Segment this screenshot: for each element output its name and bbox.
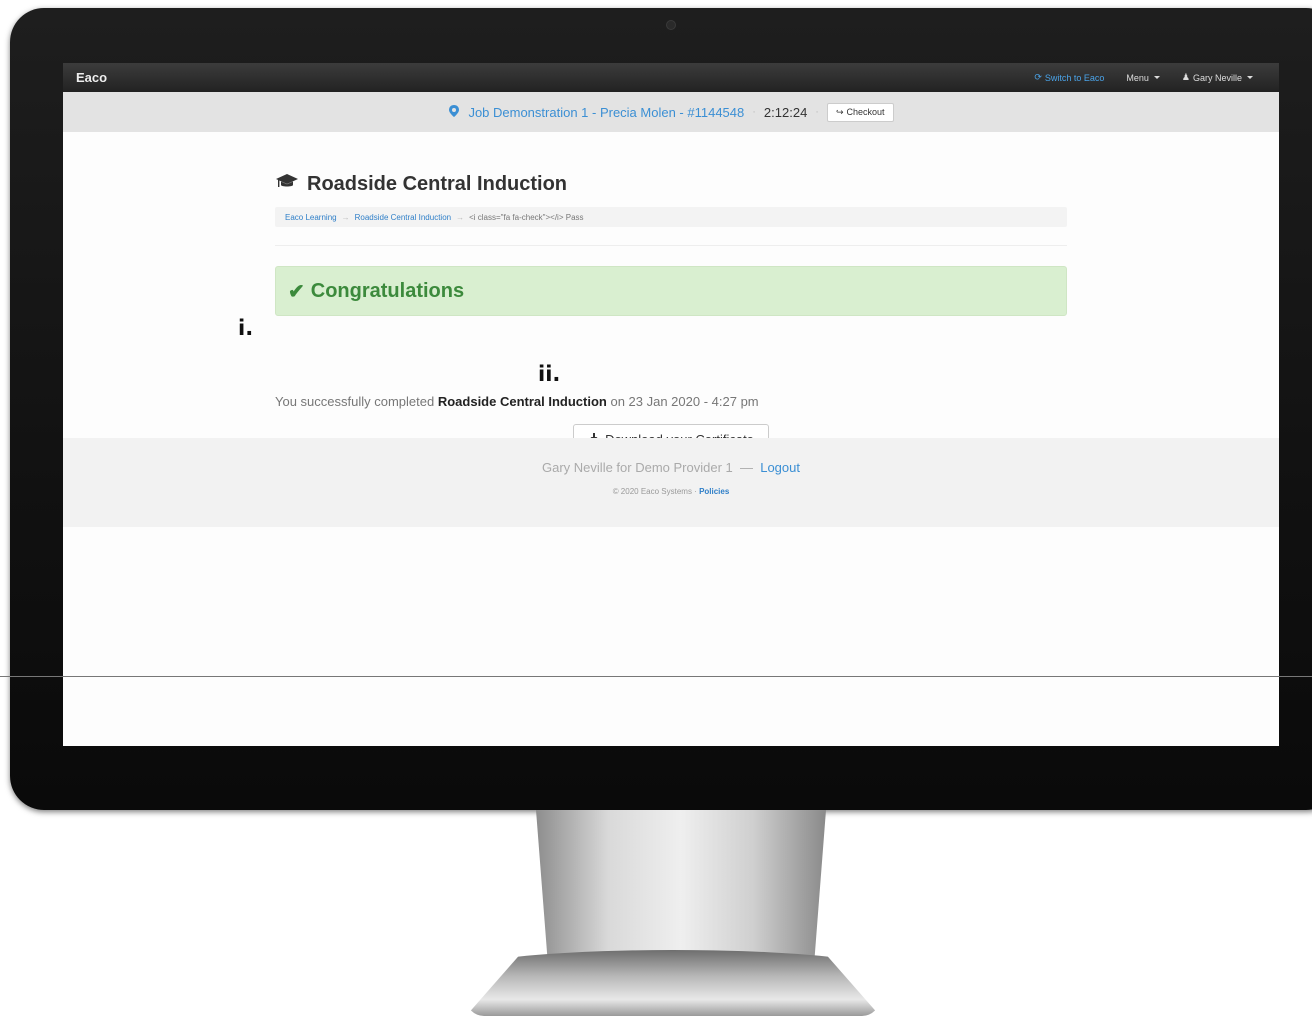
job-bar: Job Demonstration 1 - Precia Molen - #11…	[63, 92, 1279, 132]
alert-title: Congratulations	[310, 279, 465, 302]
page-title-text: Roadside Central Induction	[307, 172, 568, 195]
location-icon	[448, 104, 460, 121]
policies-link[interactable]: Policies	[699, 487, 729, 496]
caret-down-icon	[1153, 76, 1160, 79]
user-icon: ♟	[1181, 72, 1190, 82]
breadcrumb-root[interactable]: Eaco Learning	[285, 213, 337, 222]
separator: ·	[752, 106, 756, 118]
annotation-ii: ii.	[538, 362, 561, 386]
footer-dash: —	[739, 460, 753, 475]
page-title: Roadside Central Induction	[275, 172, 567, 196]
logout-link[interactable]: Logout	[760, 460, 800, 475]
completion-message: You successfully completed Roadside Cent…	[275, 394, 759, 409]
main-content: Roadside Central Induction Eaco Learning…	[63, 132, 1279, 454]
checkout-label: Checkout	[846, 107, 885, 117]
job-timer: 2:12:24	[763, 104, 808, 120]
top-navbar: Eaco ⟳ Switch to Eaco Menu ♟ Gary Nevill…	[63, 63, 1279, 92]
switch-link[interactable]: ⟳ Switch to Eaco	[1034, 72, 1104, 83]
horizontal-rule	[0, 676, 1312, 677]
caret-down-icon	[1247, 76, 1253, 79]
refresh-icon: ⟳	[1034, 72, 1042, 82]
separator: ·	[815, 106, 819, 118]
user-dropdown[interactable]: ♟ Gary Neville	[1182, 72, 1253, 83]
breadcrumb-course[interactable]: Roadside Central Induction	[355, 213, 452, 222]
arrow-right-icon: →	[341, 212, 350, 222]
divider	[275, 245, 1067, 246]
copyright-text: © 2020 Eaco Systems ·	[612, 487, 700, 496]
monitor-stand	[536, 810, 826, 960]
message-prefix: You successfully completed	[275, 394, 438, 409]
menu-label: Menu	[1126, 72, 1149, 83]
arrow-right-icon: →	[456, 212, 465, 222]
footer-user: Gary Neville for Demo Provider 1	[542, 460, 733, 475]
checkout-button[interactable]: ↪ Checkout	[826, 102, 894, 122]
breadcrumb: Eaco Learning → Roadside Central Inducti…	[275, 207, 1067, 227]
user-label: Gary Neville	[1192, 72, 1242, 83]
breadcrumb-current: <i class="fa fa-check"></i> Pass	[469, 212, 584, 222]
monitor-stand-base	[466, 950, 880, 1016]
screen: Eaco ⟳ Switch to Eaco Menu ♟ Gary Nevill…	[63, 63, 1279, 746]
check-icon: ✔	[288, 280, 305, 303]
message-course: Roadside Central Induction	[437, 394, 607, 409]
navbar-right: ⟳ Switch to Eaco Menu ♟ Gary Neville	[1034, 72, 1253, 83]
camera-icon	[666, 20, 676, 30]
footer-user-line: Gary Neville for Demo Provider 1 — Logou…	[63, 460, 1279, 475]
graduation-cap-icon	[275, 172, 299, 196]
success-alert: ✔ Congratulations	[275, 266, 1067, 316]
annotation-i: i.	[238, 316, 254, 340]
switch-label: Switch to Eaco	[1044, 72, 1105, 83]
sign-out-icon: ↪	[835, 106, 844, 117]
footer-copyright: © 2020 Eaco Systems · Policies	[63, 487, 1279, 496]
job-link[interactable]: Job Demonstration 1 - Precia Molen - #11…	[468, 105, 744, 120]
menu-dropdown[interactable]: Menu	[1126, 72, 1160, 83]
footer: Gary Neville for Demo Provider 1 — Logou…	[63, 438, 1279, 527]
message-suffix: on 23 Jan 2020 - 4:27 pm	[606, 394, 759, 409]
brand-logo[interactable]: Eaco	[76, 70, 107, 85]
